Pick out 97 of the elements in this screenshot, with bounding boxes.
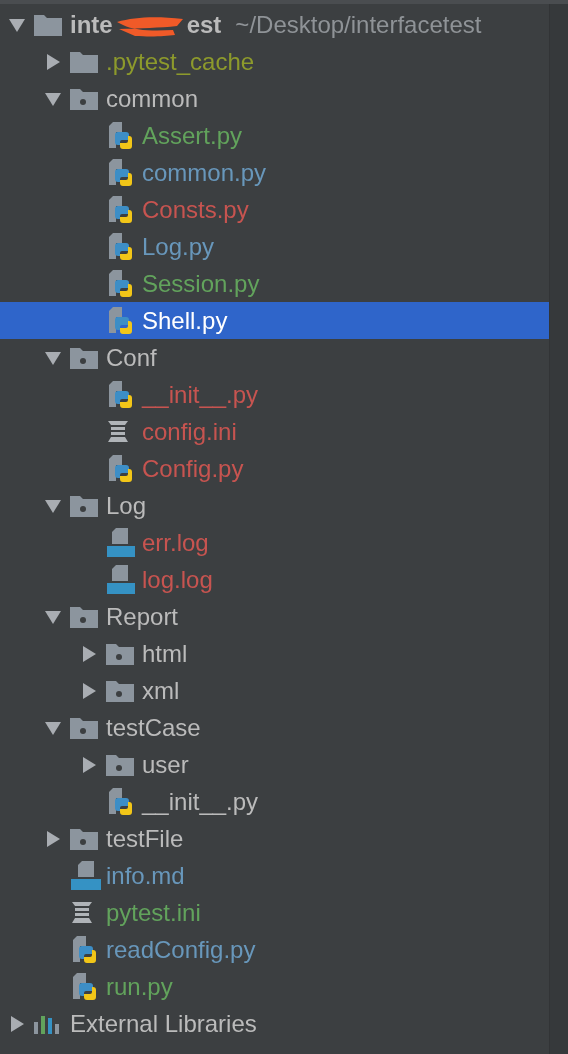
folder-icon [70,605,98,628]
file-name[interactable]: Consts.py [142,194,249,225]
tree-row[interactable]: Log [0,487,550,524]
file-name[interactable]: .pytest_cache [106,46,255,77]
tree-row[interactable]: Shell.py [0,302,550,339]
tree-row[interactable]: readConfig.py [0,931,550,968]
tree-row[interactable]: run.py [0,968,550,1005]
file-name[interactable]: html [142,638,188,669]
file-name[interactable]: readConfig.py [106,934,256,965]
folder-icon [70,716,98,739]
expand-arrow-icon[interactable] [81,682,97,699]
folder-icon [70,87,98,110]
file-name[interactable]: log.log [142,564,213,595]
file-name[interactable]: info.md [106,860,185,891]
expand-arrow-icon[interactable] [45,830,61,847]
file-name[interactable]: Config.py [142,453,244,484]
file-name[interactable]: External Libraries [70,1008,257,1039]
folder-name[interactable]: Log [106,490,147,521]
project-name[interactable]: est [186,9,222,40]
collapse-arrow-icon[interactable] [45,719,61,736]
tree-row[interactable]: Consts.py [0,191,550,228]
file-name[interactable]: pytest.ini [106,897,201,928]
file-name[interactable]: common.py [142,157,267,188]
folder-icon [70,346,98,369]
python-file-icon [106,454,134,483]
expand-arrow-icon[interactable] [9,1015,25,1032]
file-name[interactable]: Shell.py [142,305,228,336]
settings-file-icon [70,900,94,925]
tree-row[interactable]: Report [0,598,550,635]
collapse-arrow-icon[interactable] [45,90,61,107]
folder-icon [106,679,134,702]
log-file-icon [106,527,136,558]
python-file-icon [106,232,134,261]
file-name[interactable]: xml [142,675,180,706]
python-file-icon [106,380,134,409]
python-file-icon [70,935,98,964]
project-path: ~/Desktop/interfacetest [235,10,482,39]
tree-row[interactable]: Conf [0,339,550,376]
tree-row[interactable]: err.log [0,524,550,561]
python-file-icon [106,306,134,335]
folder-name[interactable]: Report [106,601,179,632]
tree-row[interactable]: Log.py [0,228,550,265]
tree-row[interactable]: Config.py [0,450,550,487]
folder-icon [34,13,62,36]
file-name[interactable]: err.log [142,527,209,558]
tree-row[interactable]: config.ini [0,413,550,450]
tree-row[interactable]: log.log [0,561,550,598]
file-name[interactable]: __init__.py [142,786,259,817]
file-name[interactable]: Session.py [142,268,260,299]
python-file-icon [106,195,134,224]
tree-row[interactable]: inte est ~/Desktop/interfacetest [0,6,550,43]
folder-icon [106,642,134,665]
tree-row[interactable]: html [0,635,550,672]
file-name[interactable]: config.ini [142,416,237,447]
tree-row[interactable]: testFile [0,820,550,857]
collapse-arrow-icon[interactable] [45,497,61,514]
file-name[interactable]: testFile [106,823,184,854]
folder-name[interactable]: testCase [106,712,201,743]
tree-row[interactable]: common [0,80,550,117]
folder-name[interactable]: common [106,83,199,114]
tree-row[interactable]: __init__.py [0,783,550,820]
python-file-icon [106,158,134,187]
folder-icon [70,50,98,73]
python-file-icon [106,269,134,298]
markdown-file-icon [70,860,102,891]
log-file-icon [106,564,136,595]
tree-row[interactable]: .pytest_cache [0,43,550,80]
folder-icon [70,494,98,517]
file-name[interactable]: __init__.py [142,379,259,410]
collapse-arrow-icon[interactable] [9,16,25,33]
tree-row[interactable]: External Libraries [0,1005,550,1042]
tree-row[interactable]: user [0,746,550,783]
collapse-arrow-icon[interactable] [45,608,61,625]
expand-arrow-icon[interactable] [45,53,61,70]
settings-file-icon [106,419,130,444]
expand-arrow-icon[interactable] [81,756,97,773]
python-file-icon [106,121,134,150]
folder-icon [70,827,98,850]
folder-icon [106,753,134,776]
tree-row[interactable]: Session.py [0,265,550,302]
file-name[interactable]: user [142,749,189,780]
tree-row[interactable]: info.md [0,857,550,894]
tree-row[interactable]: pytest.ini [0,894,550,931]
python-file-icon [70,972,98,1001]
file-name[interactable]: run.py [106,971,173,1002]
tree-row[interactable]: xml [0,672,550,709]
expand-arrow-icon[interactable] [81,645,97,662]
project-name[interactable]: inte [70,9,113,40]
tree-row[interactable]: common.py [0,154,550,191]
file-name[interactable]: Log.py [142,231,215,262]
folder-name[interactable]: Conf [106,342,157,373]
python-file-icon [106,787,134,816]
tree-row[interactable]: Assert.py [0,117,550,154]
tree-row[interactable]: __init__.py [0,376,550,413]
tree-row[interactable]: testCase [0,709,550,746]
file-name[interactable]: Assert.py [142,120,243,151]
collapse-arrow-icon[interactable] [45,349,61,366]
